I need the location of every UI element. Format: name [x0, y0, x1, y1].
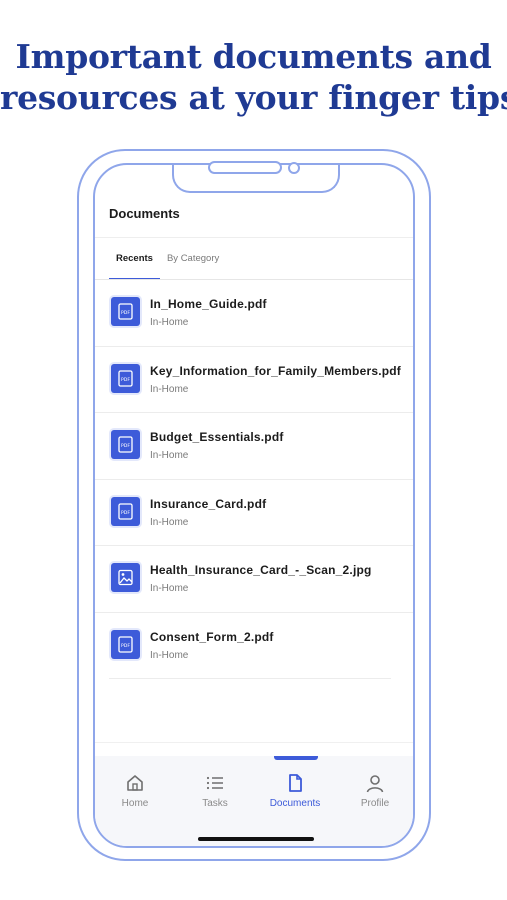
phone-camera: [288, 162, 300, 174]
headline-line-1: Important documents and: [15, 37, 492, 76]
svg-text:PDF: PDF: [121, 643, 130, 649]
pdf-file-icon: PDF: [111, 430, 140, 459]
divider: [95, 742, 413, 743]
document-row[interactable]: PDF Consent_Form_2.pdf In-Home: [95, 613, 413, 680]
nav-profile[interactable]: Profile: [335, 772, 413, 809]
headline-line-2: resources at your finger tips: [0, 77, 507, 122]
divider: [95, 237, 413, 238]
headline-highlight: finger tips: [318, 77, 507, 122]
document-category: In-Home: [150, 516, 189, 528]
document-list: PDF In_Home_Guide.pdf In-Home PDF Key_In…: [95, 280, 413, 679]
active-tab-indicator: [274, 756, 318, 760]
nav-profile-label: Profile: [360, 798, 390, 809]
image-file-icon: [111, 563, 140, 592]
document-name: In_Home_Guide.pdf: [150, 297, 267, 311]
nav-tasks[interactable]: Tasks: [175, 772, 255, 809]
phone-screen: Documents Recents By Category PDF In_Hom…: [93, 163, 415, 848]
document-category: In-Home: [150, 317, 189, 328]
svg-text:PDF: PDF: [121, 443, 130, 449]
nav-home-label: Home: [121, 798, 149, 809]
pdf-file-icon: PDF: [111, 297, 140, 326]
document-category: In-Home: [150, 583, 189, 594]
tab-by-category[interactable]: By Category: [160, 252, 226, 280]
nav-documents[interactable]: Documents: [255, 772, 335, 809]
tab-recents[interactable]: Recents: [109, 252, 160, 280]
page-title: Documents: [109, 206, 180, 221]
document-name: Budget_Essentials.pdf: [150, 430, 284, 444]
svg-text:PDF: PDF: [121, 310, 130, 316]
headline: Important documents and resources at you…: [0, 36, 507, 122]
document-row[interactable]: PDF Insurance_Card.pdf In-Home: [95, 480, 413, 546]
list-icon: [175, 772, 255, 794]
headline-line-2-text: resources at your: [0, 78, 318, 117]
document-icon: [255, 772, 335, 794]
person-icon: [335, 772, 413, 794]
pdf-file-icon: PDF: [111, 629, 140, 659]
pdf-file-icon: PDF: [111, 363, 140, 393]
document-name: Health_Insurance_Card_-_Scan_2.jpg: [150, 563, 372, 577]
document-name: Insurance_Card.pdf: [150, 496, 267, 511]
svg-text:PDF: PDF: [121, 377, 130, 383]
nav-tasks-label: Tasks: [202, 798, 228, 809]
phone-speaker: [208, 161, 282, 174]
home-indicator: [198, 837, 314, 841]
tab-bar: Recents By Category: [109, 252, 226, 280]
document-row[interactable]: PDF In_Home_Guide.pdf In-Home: [95, 280, 413, 347]
document-row[interactable]: PDF Key_Information_for_Family_Members.p…: [95, 347, 413, 413]
pdf-file-icon: PDF: [111, 496, 140, 526]
document-category: In-Home: [150, 450, 189, 461]
nav-documents-label: Documents: [269, 798, 321, 809]
nav-home[interactable]: Home: [95, 772, 175, 809]
document-name: Consent_Form_2.pdf: [150, 629, 274, 644]
document-category: In-Home: [150, 649, 189, 661]
document-row[interactable]: Health_Insurance_Card_-_Scan_2.jpg In-Ho…: [95, 546, 413, 613]
document-row[interactable]: PDF Budget_Essentials.pdf In-Home: [95, 413, 413, 480]
home-icon: [95, 772, 175, 794]
svg-text:PDF: PDF: [121, 510, 130, 516]
document-category: In-Home: [150, 383, 189, 395]
document-name: Key_Information_for_Family_Members.pdf: [150, 363, 401, 378]
bottom-nav: Home Tasks Documents Profile: [95, 756, 413, 846]
